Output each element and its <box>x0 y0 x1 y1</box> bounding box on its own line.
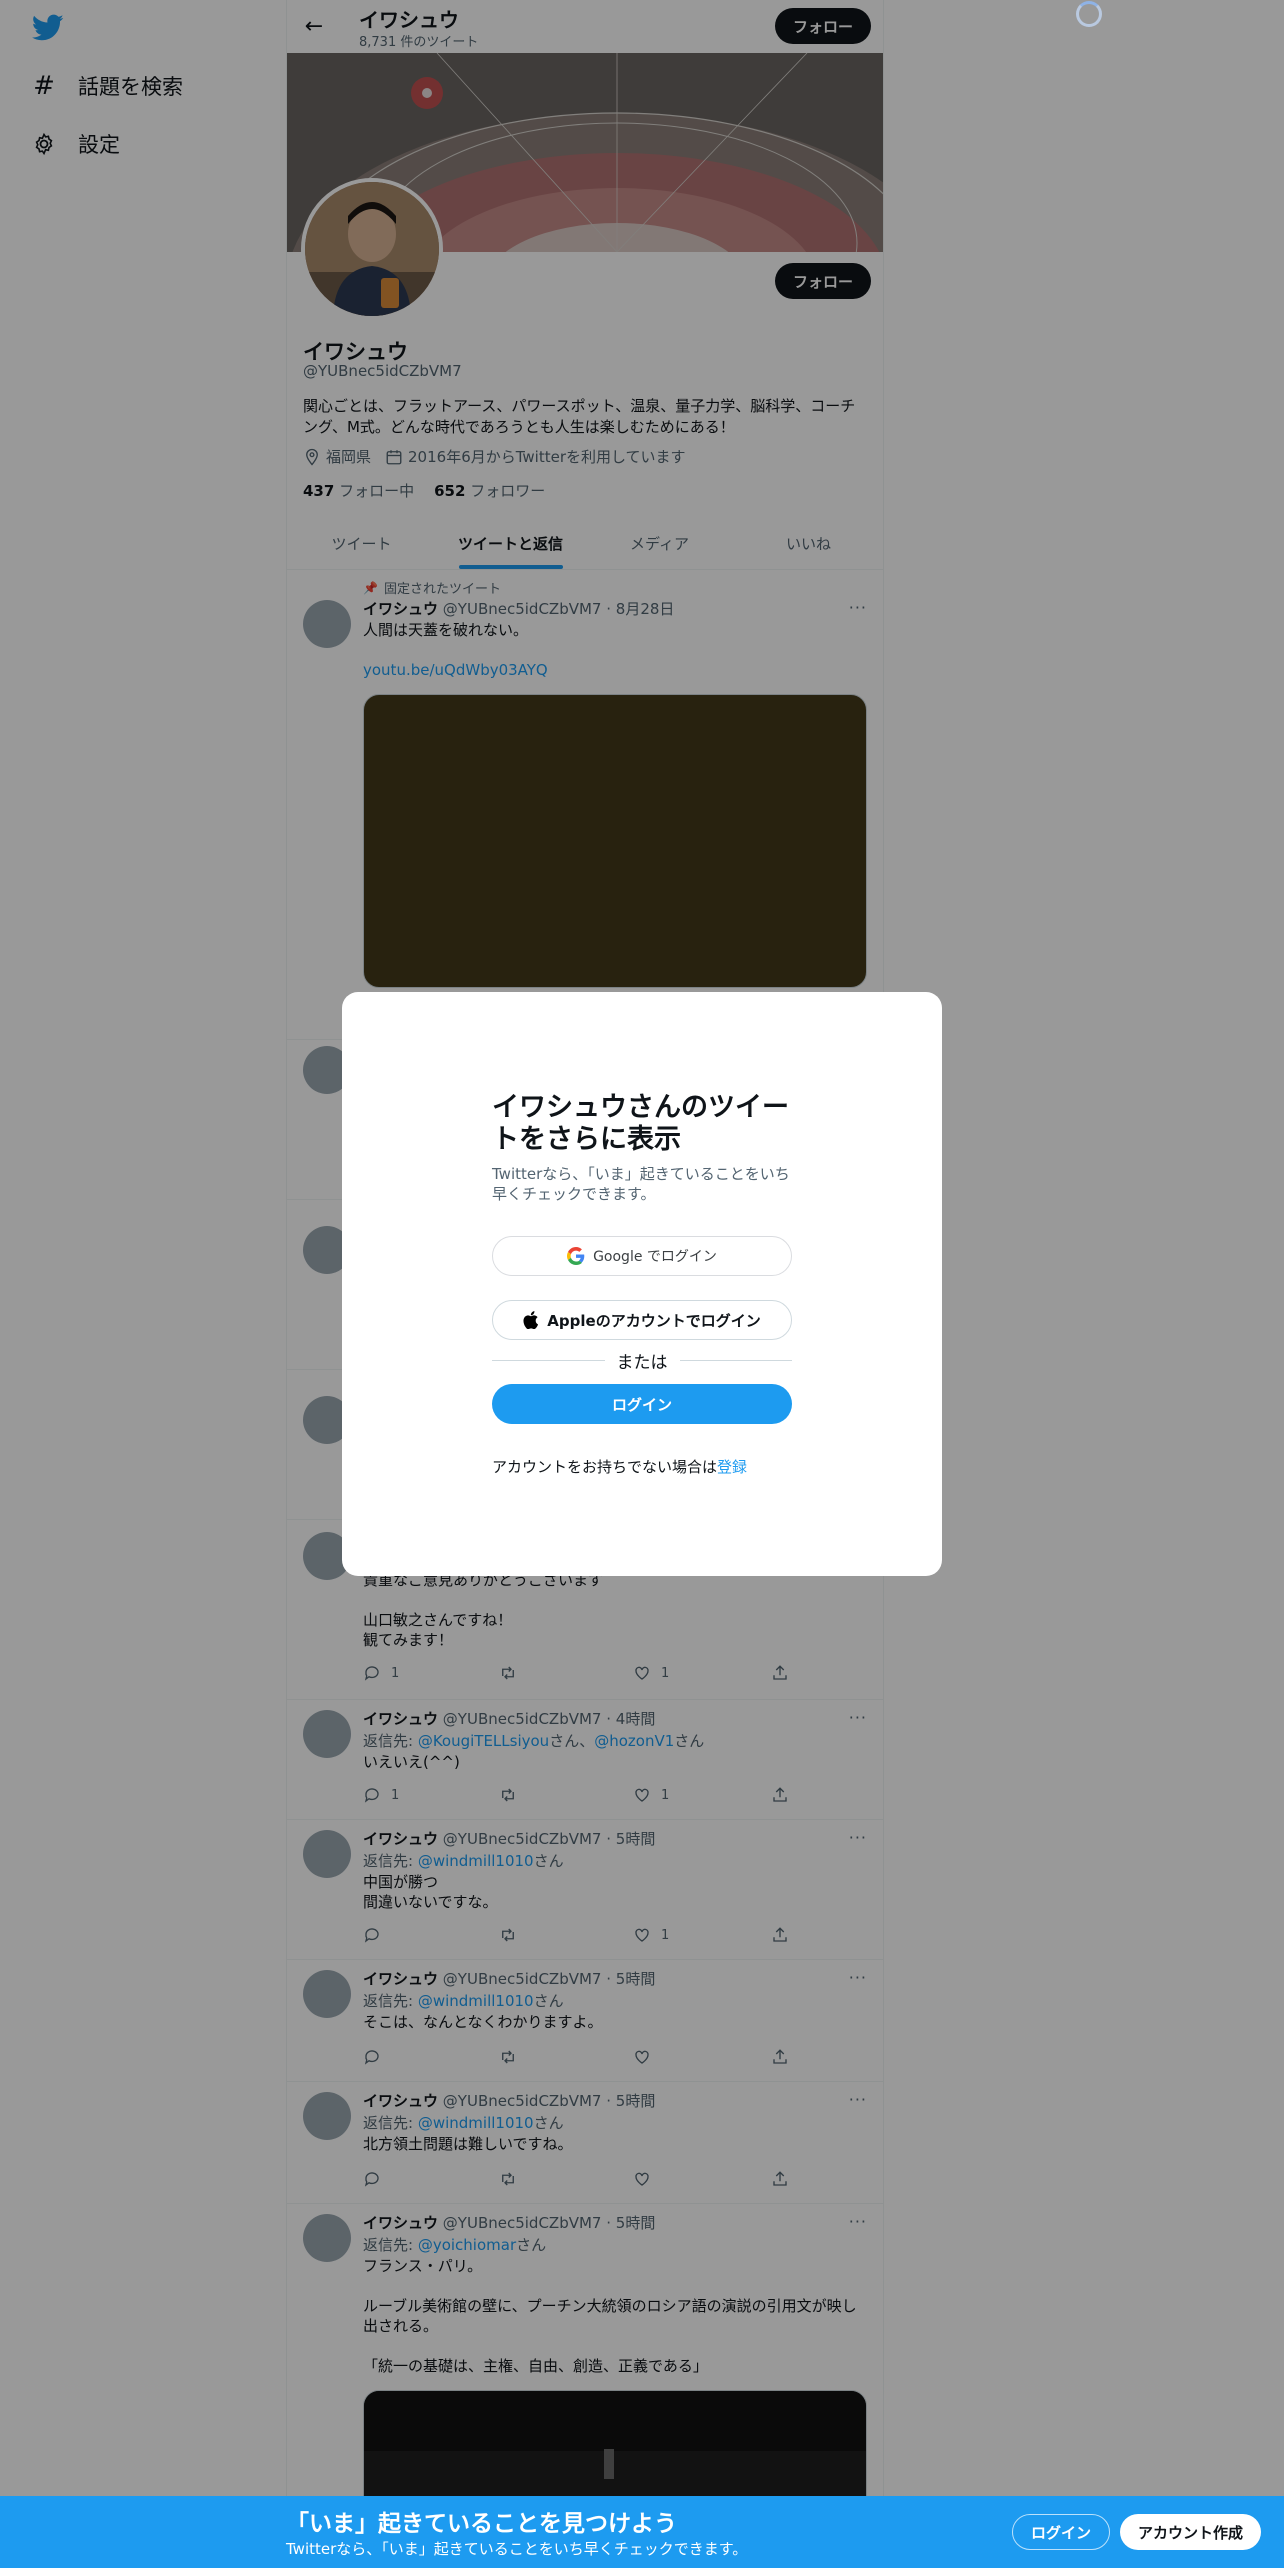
google-login-label: Google でログイン <box>593 1249 717 1265</box>
banner-login-button[interactable]: ログイン <box>1012 2514 1111 2550</box>
loading-spinner-icon <box>1076 1 1102 27</box>
modal-title: イワシュウさんのツイートをさらに表示 <box>492 1092 789 1155</box>
modal-subtitle: Twitterなら、「いま」起きていることをいち早くチェックできます。 <box>492 1165 790 1203</box>
apple-icon <box>523 1311 539 1329</box>
signup-link[interactable]: 登録 <box>717 1458 747 1476</box>
apple-login-button[interactable]: Appleのアカウントでログイン <box>492 1300 792 1340</box>
login-button[interactable]: ログイン <box>492 1384 792 1424</box>
banner-subtitle: Twitterなら、「いま」起きていることをいち早くチェックできます。 <box>286 2540 748 2558</box>
apple-login-label: Appleのアカウントでログイン <box>547 1311 761 1330</box>
banner-signup-button[interactable]: アカウント作成 <box>1120 2514 1262 2550</box>
or-divider: または <box>492 1350 792 1373</box>
google-login-button[interactable]: Google でログイン <box>492 1236 792 1276</box>
banner-title: 「いま」起きていることを見つけよう <box>286 2511 677 2537</box>
login-prompt-modal: イワシュウさんのツイートをさらに表示 Twitterなら、「いま」起きていること… <box>342 992 942 1576</box>
or-label: または <box>616 1352 668 1373</box>
google-icon <box>567 1247 585 1265</box>
signup-banner: 「いま」起きていることを見つけよう Twitterなら、「いま」起きていることを… <box>0 2496 1284 2568</box>
signup-prompt: アカウントをお持ちでない場合は登録 <box>492 1458 748 1476</box>
